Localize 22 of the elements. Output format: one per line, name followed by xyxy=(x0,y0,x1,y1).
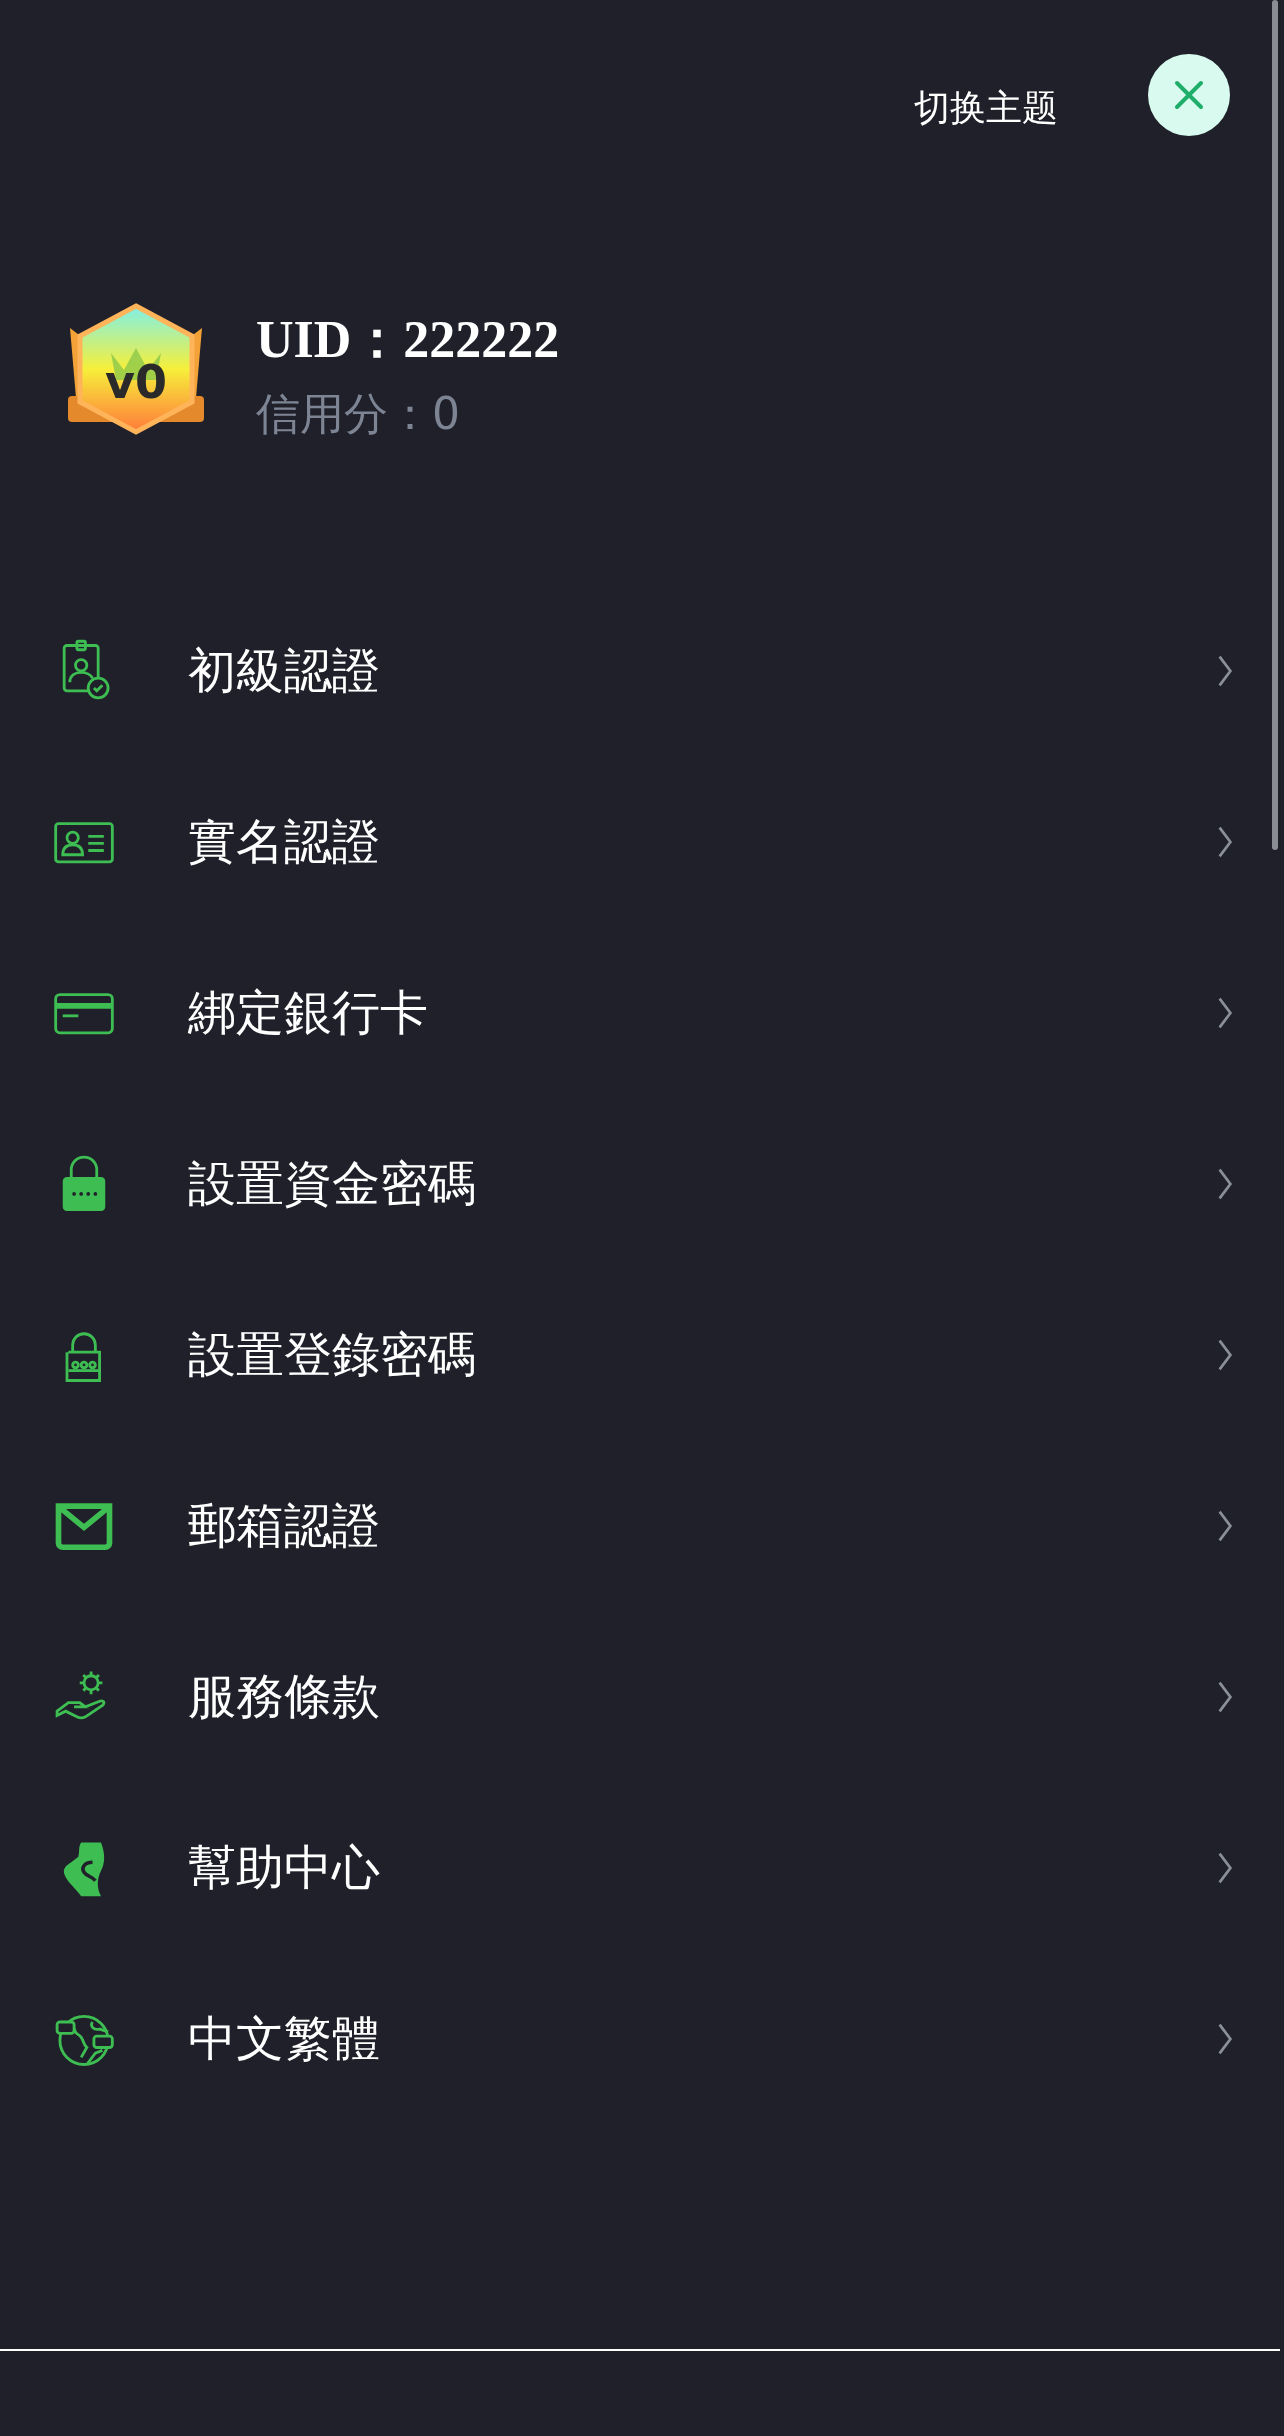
menu-label: 實名認證 xyxy=(188,811,381,871)
theme-switch-link[interactable]: 切换主题 xyxy=(914,84,1058,133)
menu-label: 幫助中心 xyxy=(188,1837,381,1897)
menu-item[interactable]: 實名認證 xyxy=(0,756,1284,927)
menu-item[interactable]: 設置資金密碼 xyxy=(0,1098,1284,1269)
menu-item[interactable]: 服務條款 xyxy=(0,1611,1284,1782)
menu-item[interactable]: 中文繁體 xyxy=(0,1953,1284,2124)
menu-item[interactable]: 綁定銀行卡 xyxy=(0,927,1284,1098)
menu-label: 設置資金密碼 xyxy=(188,1153,477,1213)
credit-score: 信用分：0 xyxy=(256,387,461,441)
user-id: UID：222222 xyxy=(256,310,560,370)
menu-label: 初級認證 xyxy=(188,640,381,700)
menu-label: 服務條款 xyxy=(188,1666,381,1726)
menu-item[interactable]: 設置登錄密碼 xyxy=(0,1269,1284,1440)
menu-label: 中文繁體 xyxy=(188,2008,381,2068)
menu-label: 綁定銀行卡 xyxy=(188,982,429,1042)
scrollbar[interactable] xyxy=(1272,0,1278,850)
menu-label: 設置登錄密碼 xyxy=(188,1324,477,1384)
menu-item[interactable]: 幫助中心 xyxy=(0,1782,1284,1953)
menu-item[interactable]: 初級認證 xyxy=(0,585,1284,756)
menu-item[interactable]: 郵箱認證 xyxy=(0,1440,1284,1611)
menu-label: 郵箱認證 xyxy=(188,1495,381,1555)
